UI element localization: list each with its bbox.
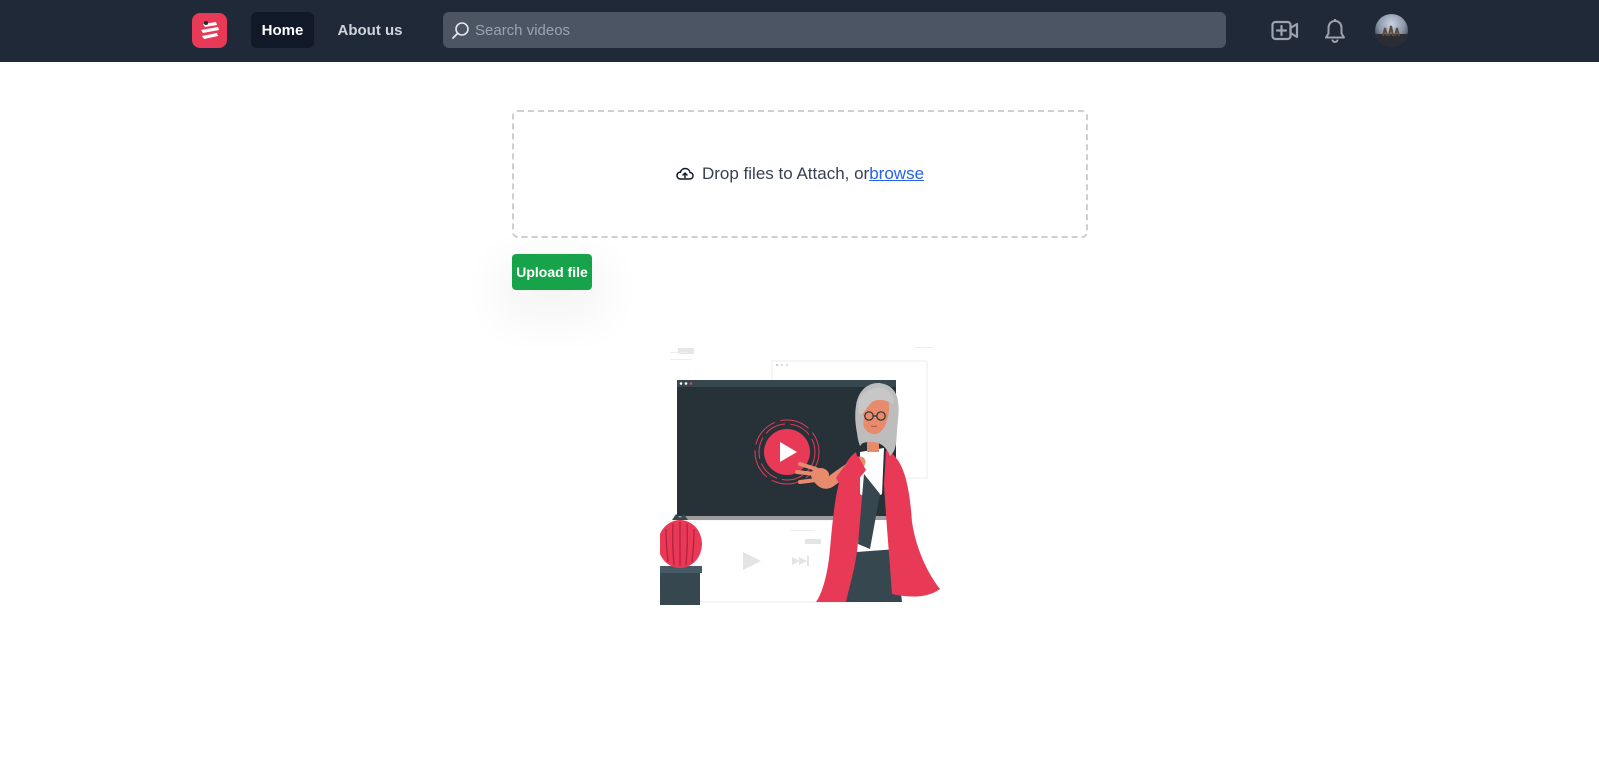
notifications-button[interactable] [1320, 15, 1350, 47]
user-avatar[interactable] [1375, 14, 1408, 47]
upload-file-button[interactable]: Upload file [512, 254, 592, 290]
app-logo[interactable] [192, 13, 227, 48]
file-dropzone[interactable]: Drop files to Attach, or browse [512, 110, 1088, 238]
logo-icon [200, 20, 219, 39]
nav-home[interactable]: Home [251, 12, 314, 48]
drop-text: Drop files to Attach, or [701, 164, 870, 183]
cloud-upload-icon [676, 167, 694, 180]
nav-about-us[interactable]: About us [330, 12, 410, 48]
search-icon [452, 22, 469, 39]
add-video-button[interactable] [1270, 16, 1300, 46]
search-bar[interactable] [443, 12, 1226, 48]
avatar-image [1375, 25, 1408, 47]
navbar: Home About us [0, 0, 1599, 62]
bell-icon [1325, 19, 1345, 43]
video-presentation-illustration [660, 347, 940, 605]
add-video-icon [1271, 20, 1299, 41]
search-input[interactable] [475, 12, 1215, 48]
browse-link[interactable]: browse [869, 164, 924, 184]
